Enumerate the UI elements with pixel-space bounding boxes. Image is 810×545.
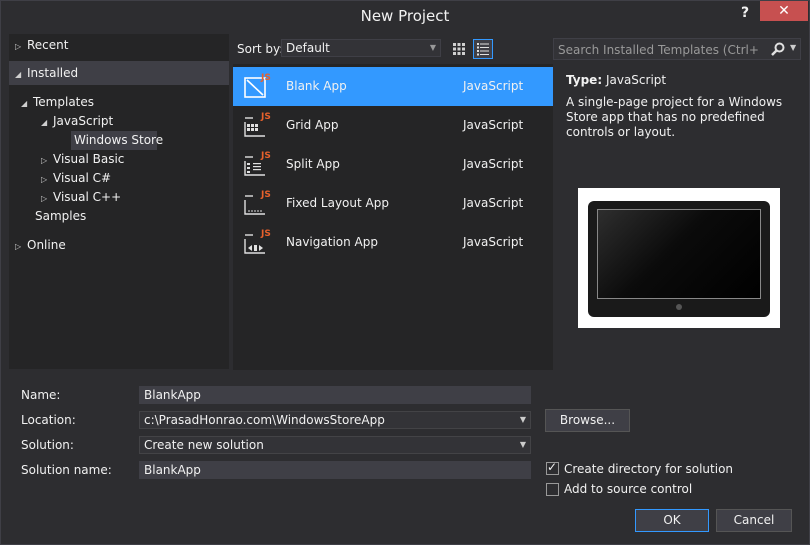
chevron-down-icon: ▼ — [429, 43, 436, 52]
collapse-arrow-icon: ◢ — [41, 118, 48, 127]
solution-name-field[interactable]: BlankApp — [139, 461, 531, 479]
collapse-arrow-icon: ◢ — [15, 70, 22, 79]
template-name: Grid App — [286, 118, 339, 132]
svg-text:JS: JS — [260, 112, 271, 122]
tablet-home-button — [676, 304, 682, 310]
tree-item-label: Installed — [27, 66, 79, 80]
tree-item-label: Visual Basic — [53, 152, 125, 166]
expand-arrow-icon: ▷ — [15, 242, 22, 251]
template-name: Navigation App — [286, 235, 378, 249]
sort-by-dropdown[interactable]: Default ▼ — [281, 39, 441, 57]
template-name: Blank App — [286, 79, 347, 93]
svg-text:JS: JS — [260, 229, 271, 239]
tree-item-online[interactable]: ▷ Online — [15, 236, 227, 255]
search-input[interactable] — [558, 42, 758, 58]
tree-item-visual-csharp[interactable]: ▷ Visual C# — [41, 169, 221, 188]
tree-item-label: JavaScript — [53, 114, 114, 128]
sort-by-value: Default — [286, 41, 330, 55]
split-app-icon: JS — [243, 149, 273, 179]
close-button[interactable]: ✕ — [760, 1, 808, 21]
tree-item-label: Windows Store — [74, 133, 164, 147]
blank-app-icon: JS — [243, 71, 273, 101]
fixed-layout-app-icon: JS — [243, 188, 273, 218]
sort-by-label: Sort by: — [237, 42, 284, 56]
tree-item-visual-cpp[interactable]: ▷ Visual C++ — [41, 188, 221, 207]
tree-item-label: Visual C++ — [53, 190, 122, 204]
template-language: JavaScript — [463, 157, 524, 171]
dialog-title: New Project — [360, 7, 450, 25]
sort-bar: Sort by: Default ▼ — [233, 38, 553, 60]
expand-arrow-icon: ▷ — [41, 175, 48, 184]
solution-dropdown[interactable]: Create new solution ▼ — [139, 436, 531, 454]
create-directory-label[interactable]: Create directory for solution — [564, 462, 733, 476]
template-language: JavaScript — [463, 235, 524, 249]
solution-name-label: Solution name: — [21, 463, 112, 477]
template-name: Split App — [286, 157, 340, 171]
location-combo[interactable]: c:\PrasadHonrao.com\WindowsStoreApp ▼ — [139, 411, 531, 429]
template-tree: ▷ Recent ◢ Installed ◢ Templates ◢ JavaScrip… — [9, 34, 229, 369]
template-name: Fixed Layout App — [286, 196, 389, 210]
tree-item-windows-store[interactable]: Windows Store — [71, 131, 163, 150]
cancel-button[interactable]: Cancel — [716, 509, 792, 532]
details-view-icon[interactable] — [473, 39, 493, 59]
template-item-navigation-app[interactable]: JS Navigation App JavaScript — [233, 223, 553, 262]
create-directory-checkbox[interactable] — [546, 460, 559, 475]
template-list: JS Blank App JavaScript JS Grid App Java… — [233, 64, 553, 370]
tree-item-label: Visual C# — [53, 171, 112, 185]
solution-label: Solution: — [21, 438, 74, 452]
browse-button[interactable]: Browse... — [545, 409, 630, 432]
tree-item-templates[interactable]: ◢ Templates — [21, 93, 221, 112]
template-item-grid-app[interactable]: JS Grid App JavaScript — [233, 106, 553, 145]
tree-item-samples[interactable]: Samples — [35, 207, 221, 226]
name-label: Name: — [21, 388, 61, 402]
type-label: Type: — [566, 73, 603, 87]
expand-arrow-icon: ▷ — [41, 194, 48, 203]
chevron-down-icon[interactable]: ▼ — [520, 412, 526, 428]
template-type: Type: JavaScript — [566, 73, 666, 87]
tree-item-label: Online — [27, 238, 66, 252]
tree-item-label: Recent — [27, 38, 69, 52]
grid-app-icon: JS — [243, 110, 273, 140]
svg-text:JS: JS — [260, 151, 271, 161]
navigation-app-icon: JS — [243, 227, 273, 257]
tree-item-label: Samples — [35, 209, 87, 223]
template-language: JavaScript — [463, 118, 524, 132]
source-control-label[interactable]: Add to source control — [564, 482, 692, 496]
template-item-fixed-layout-app[interactable]: JS Fixed Layout App JavaScript — [233, 184, 553, 223]
tree-item-visual-basic[interactable]: ▷ Visual Basic — [41, 150, 221, 169]
source-control-checkbox[interactable] — [546, 483, 559, 496]
search-icon[interactable] — [770, 41, 786, 57]
template-preview-image — [578, 188, 780, 328]
template-description: A single-page project for a Windows Stor… — [566, 95, 783, 139]
expand-arrow-icon: ▷ — [15, 42, 22, 51]
small-icons-view-icon[interactable] — [449, 39, 469, 59]
tablet-screen — [597, 209, 761, 299]
solution-value: Create new solution — [144, 438, 264, 452]
tree-item-recent[interactable]: ▷ Recent — [15, 36, 227, 55]
collapse-arrow-icon: ◢ — [21, 99, 28, 108]
type-value: JavaScript — [605, 73, 667, 87]
chevron-down-icon[interactable]: ▼ — [790, 43, 796, 52]
tree-item-installed[interactable]: ◢ Installed — [9, 61, 229, 85]
svg-text:JS: JS — [260, 190, 271, 200]
template-language: JavaScript — [463, 196, 524, 210]
template-item-split-app[interactable]: JS Split App JavaScript — [233, 145, 553, 184]
help-button[interactable]: ? — [737, 5, 753, 23]
tree-item-javascript[interactable]: ◢ JavaScript — [41, 112, 221, 131]
template-item-blank-app[interactable]: JS Blank App JavaScript — [233, 67, 553, 106]
template-search-box[interactable]: ▼ — [553, 38, 801, 60]
name-field[interactable]: BlankApp — [139, 386, 531, 404]
ok-button[interactable]: OK — [635, 509, 709, 532]
location-label: Location: — [21, 413, 76, 427]
tablet-preview-icon — [588, 201, 770, 317]
template-language: JavaScript — [463, 79, 524, 93]
expand-arrow-icon: ▷ — [41, 156, 48, 165]
chevron-down-icon[interactable]: ▼ — [520, 437, 526, 453]
tree-item-label: Templates — [33, 95, 95, 109]
new-project-dialog: New Project ? ✕ ▷ Recent ◢ Installed ◢ Temp… — [0, 0, 810, 545]
location-value: c:\PrasadHonrao.com\WindowsStoreApp — [144, 413, 385, 427]
title-bar: New Project ? ✕ — [1, 1, 809, 32]
svg-text:JS: JS — [260, 73, 271, 83]
